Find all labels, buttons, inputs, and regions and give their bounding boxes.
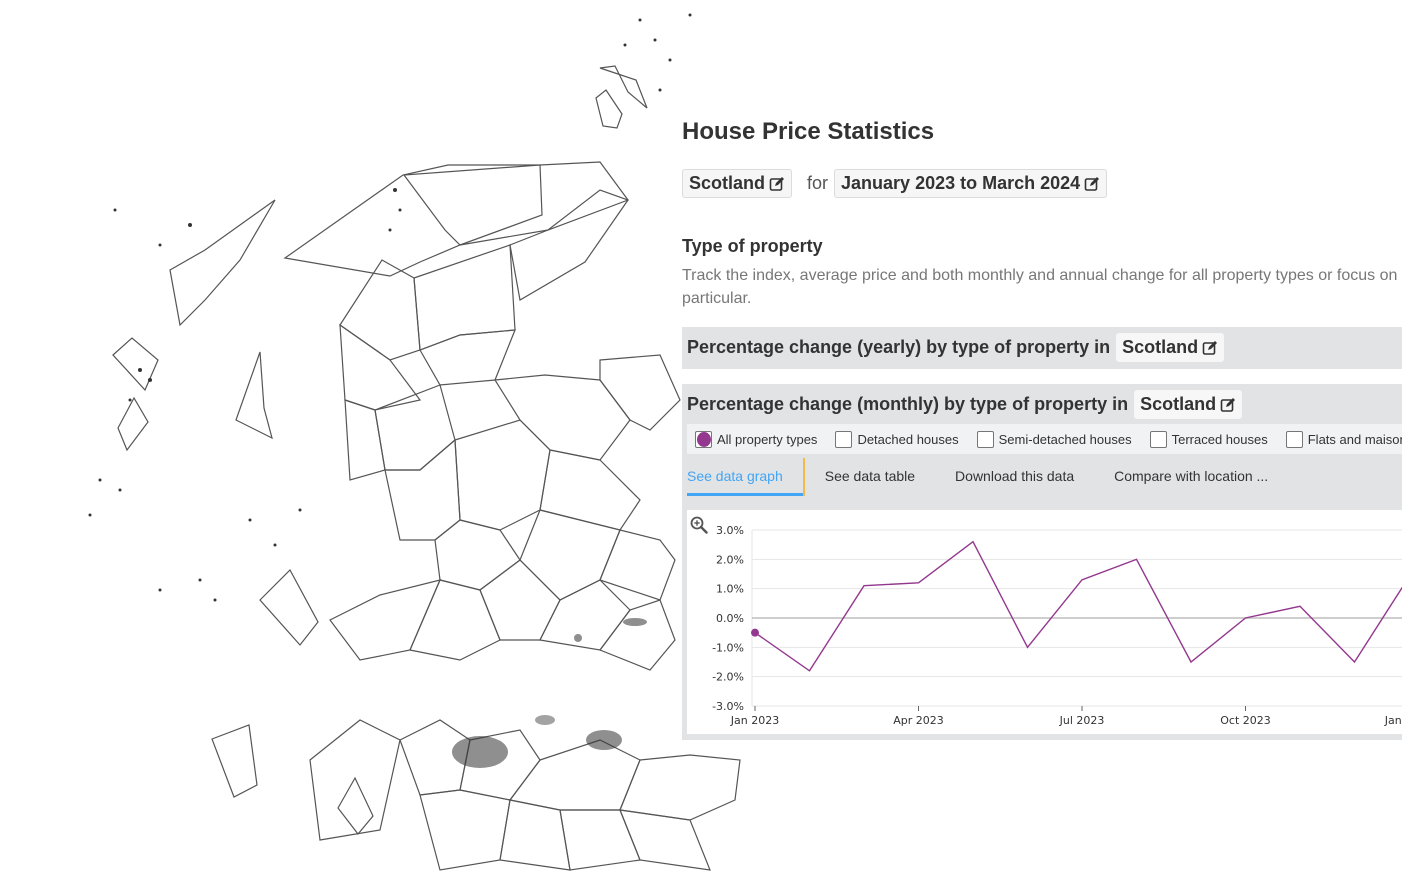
map-cell: [599, 65, 648, 109]
y-tick-label: -1.0%: [712, 641, 744, 654]
property-type-label: All property types: [717, 431, 818, 447]
map-cell: [337, 776, 374, 835]
x-tick-label: Jan 2023: [730, 714, 779, 727]
x-tick-label: Oct 2023: [1220, 714, 1271, 727]
map-dense-cluster: [452, 618, 647, 768]
edit-icon: [1220, 397, 1236, 412]
map-cell: [493, 374, 631, 461]
monthly-change-chart: 3.0% 2.0% 1.0% 0.0% -1.0% -2.0% -3.0%Jan 2023 A…: [712, 524, 1402, 727]
zoom-in-icon[interactable]: [690, 516, 708, 534]
monthly-change-panel: Percentage change (monthly) by type of p…: [682, 384, 1402, 740]
section-description: Track the index, average price and both …: [682, 267, 1402, 307]
map-cell: [374, 384, 456, 471]
y-tick-label: 2.0%: [716, 553, 744, 566]
map-cell: [117, 396, 149, 452]
map-cell: [599, 529, 676, 601]
map-cell: [402, 164, 543, 246]
property-type-all[interactable]: All property types: [695, 430, 818, 448]
y-tick-label: -3.0%: [712, 700, 744, 713]
checkbox-semi-detached-houses[interactable]: [976, 430, 994, 448]
map-cell: [283, 161, 629, 277]
yearly-panel-title: Percentage change (yearly) by type of pr…: [687, 337, 1111, 357]
map-cell: [539, 579, 631, 651]
y-tick-label: 1.0%: [716, 583, 744, 596]
x-tick-label: Jan 2024: [1384, 714, 1402, 727]
property-type-detached[interactable]: Detached houses: [835, 430, 959, 448]
yearly-location-selector[interactable]: Scotland: [1116, 333, 1225, 362]
checkbox-all-property-types[interactable]: [695, 430, 712, 448]
monthly-location-selector[interactable]: Scotland: [1134, 390, 1243, 419]
location-label: Scotland: [689, 173, 766, 193]
map-cell: [339, 259, 421, 361]
y-tick-label: -2.0%: [712, 671, 744, 684]
map-cell: [479, 559, 561, 641]
property-type-label: Flats and maisonettes: [1307, 431, 1402, 447]
map-cell: [235, 351, 273, 440]
checkbox-terraced-houses[interactable]: [1149, 430, 1167, 448]
monthly-panel-title: Percentage change (monthly) by type of p…: [687, 394, 1129, 414]
chart-container: 3.0% 2.0% 1.0% 0.0% -1.0% -2.0% -3.0% Jan 2023 A…: [687, 510, 1402, 734]
map-cell: [211, 724, 258, 798]
y-tick-label: 3.0%: [716, 524, 744, 537]
monthly-panel-header: Percentage change (monthly) by type of p…: [687, 390, 1243, 419]
map-cell: [419, 329, 516, 386]
map-cell: [595, 89, 623, 129]
map-cell: [599, 599, 676, 671]
property-type-flats[interactable]: Flats and maisonettes: [1285, 430, 1402, 448]
map-cell: [599, 354, 681, 431]
property-type-semi-detached[interactable]: Semi-detached houses: [976, 430, 1132, 448]
yearly-location-label: Scotland: [1122, 337, 1199, 357]
property-type-filter: All property types Detached houses Semi-…: [687, 424, 1402, 454]
yearly-change-panel[interactable]: Percentage change (yearly) by type of pr…: [682, 327, 1402, 369]
location-period-row: Scotland for January 2023 to March 2024: [682, 169, 1108, 198]
map-cell: [508, 739, 641, 811]
section-title: Type of property: [682, 236, 823, 256]
property-type-terraced[interactable]: Terraced houses: [1149, 430, 1268, 448]
view-tabs: See data graph See data table Download t…: [687, 458, 1288, 496]
yearly-panel-header: Percentage change (yearly) by type of pr…: [687, 333, 1225, 362]
x-tick-label: Apr 2023: [893, 714, 944, 727]
series-line: [754, 540, 1402, 672]
scotland-map: [0, 0, 760, 884]
map-cell: [559, 809, 641, 871]
period-selector[interactable]: January 2023 to March 2024: [834, 169, 1108, 198]
tab-see-data-graph[interactable]: See data graph: [687, 458, 803, 496]
edit-icon: [1202, 340, 1218, 355]
edit-icon: [769, 176, 785, 191]
map-cell: [419, 789, 511, 871]
tab-compare-location[interactable]: Compare with location ...: [1094, 458, 1288, 496]
statistics-panel: House Price Statistics Scotland for Janu…: [682, 0, 1402, 884]
map-cell: [169, 199, 276, 327]
location-selector[interactable]: Scotland: [682, 169, 793, 198]
for-label: for: [807, 173, 829, 193]
y-tick-label: 0.0%: [716, 612, 744, 625]
map-cell: [454, 419, 551, 531]
map-cell: [434, 519, 521, 591]
tab-download-data[interactable]: Download this data: [935, 458, 1094, 496]
map-cell: [112, 337, 159, 392]
period-label: January 2023 to March 2024: [841, 173, 1081, 193]
property-type-label: Semi-detached houses: [998, 431, 1132, 447]
map-cell: [344, 399, 386, 481]
map-cell: [539, 449, 641, 531]
page-title: House Price Statistics: [682, 118, 935, 145]
map-cell: [519, 509, 621, 601]
map-cell: [409, 579, 501, 661]
map-cell: [309, 719, 401, 841]
checkbox-detached-houses[interactable]: [835, 430, 853, 448]
monthly-location-label: Scotland: [1140, 394, 1217, 414]
x-tick-label: Jul 2023: [1059, 714, 1105, 727]
tab-see-data-table[interactable]: See data table: [805, 458, 935, 496]
map-island-dots: [88, 13, 692, 602]
map-cell: [384, 438, 461, 541]
property-type-label: Terraced houses: [1171, 431, 1268, 447]
map-cell: [259, 569, 319, 646]
edit-icon: [1084, 176, 1100, 191]
checkbox-flats-maisonettes[interactable]: [1285, 430, 1303, 448]
property-type-label: Detached houses: [857, 431, 959, 447]
data-point: [751, 628, 759, 637]
